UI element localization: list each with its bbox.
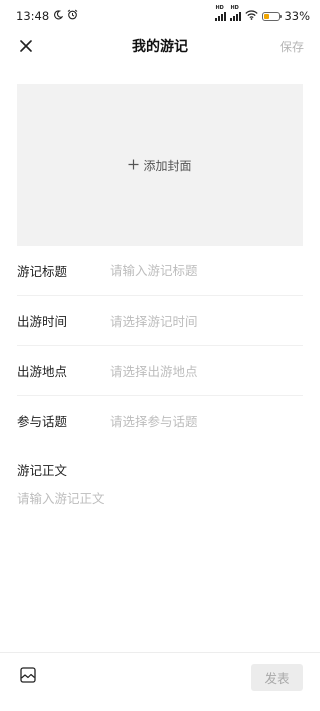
topic-label: 参与话题 [17, 414, 68, 429]
moon-icon [53, 9, 64, 23]
signal-icon: HD [230, 5, 242, 21]
battery-fill [264, 13, 270, 19]
status-bar: 13:48 HD HD 33% [0, 0, 320, 32]
travelogue-form: 游记标题 出游时间 请选择游记时间 出游地点 请选择出游地点 参与话题 请选择参… [17, 246, 303, 608]
hd-badge: HD [230, 5, 239, 11]
topic-picker[interactable]: 请选择参与话题 [110, 411, 303, 430]
close-button[interactable] [16, 36, 36, 56]
title-label: 游记标题 [17, 264, 68, 279]
hd-badge: HD [215, 5, 224, 11]
page-title: 我的游记 [132, 39, 188, 55]
place-picker[interactable]: 请选择出游地点 [110, 361, 303, 380]
alarm-icon [67, 9, 78, 23]
battery-icon [262, 11, 283, 21]
form-row-place[interactable]: 出游地点 请选择出游地点 [17, 346, 303, 396]
form-row-topic[interactable]: 参与话题 请选择参与话题 [17, 396, 303, 445]
body-label: 游记正文 [17, 463, 68, 478]
wifi-icon [245, 9, 259, 23]
form-row-title: 游记标题 [17, 246, 303, 296]
add-cover-label: 添加封面 [143, 158, 192, 173]
plus-icon [128, 157, 139, 173]
place-label: 出游地点 [17, 364, 68, 379]
save-button[interactable]: 保存 [280, 38, 304, 55]
add-cover-button[interactable]: 添加封面 [17, 84, 303, 246]
title-input[interactable] [110, 263, 303, 278]
status-left: 13:48 [16, 9, 78, 23]
close-icon [20, 37, 32, 56]
time-label: 出游时间 [17, 314, 68, 329]
bottom-toolbar: 发表 [0, 652, 320, 701]
top-nav: 我的游记 保存 [0, 32, 320, 60]
insert-image-button[interactable] [17, 666, 39, 688]
status-right: HD HD 33% [215, 5, 310, 23]
image-icon [20, 667, 36, 687]
battery-percent: 33% [284, 9, 310, 23]
signal-icon: HD [215, 5, 227, 21]
body-textarea[interactable] [17, 488, 303, 608]
form-row-time[interactable]: 出游时间 请选择游记时间 [17, 296, 303, 346]
home-indicator [0, 700, 320, 711]
status-time: 13:48 [16, 9, 50, 23]
publish-button[interactable]: 发表 [251, 663, 303, 691]
time-picker[interactable]: 请选择游记时间 [110, 311, 303, 330]
